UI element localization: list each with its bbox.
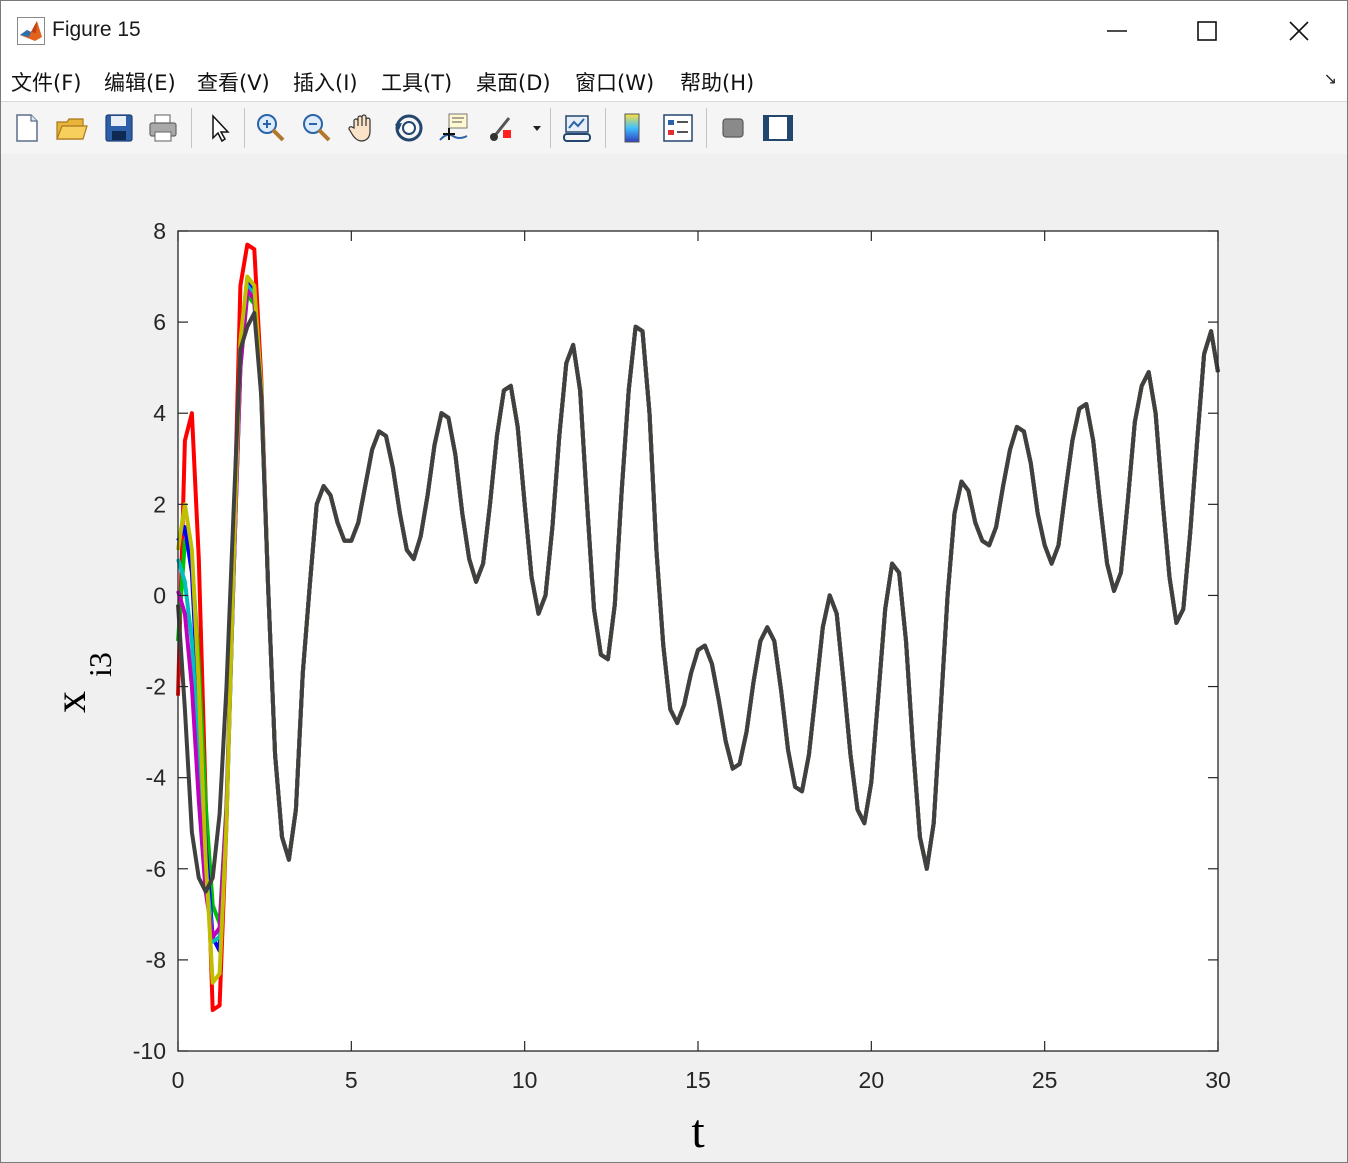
zoom-out-icon: [303, 114, 331, 142]
select-arrow-icon: [212, 114, 230, 143]
x-tick-label: 20: [859, 1067, 885, 1093]
menu-file[interactable]: 文件(F): [11, 67, 81, 97]
rotate-3d-icon: [395, 114, 423, 142]
y-tick-label: -6: [146, 856, 166, 882]
menu-insert[interactable]: 插入(I): [293, 67, 358, 97]
link-plot-icon: [563, 115, 591, 142]
x-tick-label: 30: [1205, 1067, 1231, 1093]
axes-background: [178, 231, 1218, 1051]
close-icon: [1289, 21, 1309, 41]
x-axis-label: t: [691, 1105, 705, 1158]
y-tick-label: 6: [153, 309, 166, 335]
select-button[interactable]: [201, 110, 237, 146]
pan-hand-icon: [348, 114, 371, 142]
legend-icon: [663, 114, 693, 142]
toolbar-separator: [191, 108, 192, 148]
colorbar-icon: [624, 113, 640, 143]
window-title: Figure 15: [52, 18, 141, 41]
title-bar: Figure 15: [1, 1, 1347, 59]
y-tick-label: 0: [153, 582, 166, 608]
show-plot-tools-button[interactable]: [760, 110, 796, 146]
pan-button[interactable]: [345, 110, 381, 146]
menu-bar: 文件(F) 编辑(E) 查看(V) 插入(I) 工具(T) 桌面(D) 窗口(W…: [1, 59, 1347, 101]
menu-tools[interactable]: 工具(T): [381, 67, 452, 97]
brush-button[interactable]: [485, 110, 521, 146]
save-icon: [105, 114, 133, 142]
show-plot-tools-icon: [763, 115, 793, 141]
y-axis-label: x: [46, 691, 95, 713]
y-tick-label: -2: [146, 674, 166, 700]
toolbar-separator: [605, 108, 606, 148]
save-button[interactable]: [101, 110, 137, 146]
toolbar-separator: [550, 108, 551, 148]
y-tick-label: -8: [146, 947, 166, 973]
brush-dropdown[interactable]: [529, 110, 545, 146]
y-tick-label: -4: [146, 765, 167, 791]
x-tick-label: 0: [172, 1067, 185, 1093]
chevron-down-icon: [533, 126, 541, 131]
data-cursor-icon: [439, 113, 468, 141]
x-tick-label: 10: [512, 1067, 538, 1093]
x-tick-label: 15: [685, 1067, 711, 1093]
y-axis-label-group: x i3: [46, 652, 118, 713]
rotate-button[interactable]: [391, 110, 427, 146]
brush-icon: [490, 117, 511, 141]
zoom-in-button[interactable]: [253, 110, 289, 146]
y-tick-label: 2: [153, 491, 166, 517]
zoom-out-button[interactable]: [299, 110, 335, 146]
open-file-icon: [56, 118, 88, 140]
menu-desktop[interactable]: 桌面(D): [476, 67, 551, 97]
y-tick-label: 4: [153, 400, 166, 426]
minimize-button[interactable]: [1095, 11, 1139, 51]
y-tick-label: -10: [133, 1038, 166, 1064]
maximize-button[interactable]: [1185, 11, 1229, 51]
print-button[interactable]: [145, 110, 181, 146]
new-figure-button[interactable]: [9, 110, 45, 146]
figure-window: Figure 15 文件(F) 编辑(E) 查看(V) 插入(I) 工具(T) …: [0, 0, 1348, 1163]
hide-plot-tools-button[interactable]: [715, 110, 751, 146]
toolbar-separator: [244, 108, 245, 148]
link-plot-button[interactable]: [560, 110, 596, 146]
zoom-in-icon: [257, 114, 285, 142]
dock-arrow-icon[interactable]: ↘: [1324, 69, 1337, 88]
y-tick-label: 8: [153, 218, 166, 244]
menu-view[interactable]: 查看(V): [197, 67, 270, 97]
minimize-icon: [1107, 30, 1127, 32]
matlab-logo-icon: [17, 17, 45, 45]
close-button[interactable]: [1277, 11, 1321, 51]
line-chart[interactable]: 0 5 10 15 20 25 30 -10 -8 -6 -4 -2 0 2 4 6 8 t x i3: [1, 154, 1347, 1162]
maximize-icon: [1197, 21, 1217, 41]
colorbar-button[interactable]: [615, 110, 651, 146]
legend-button[interactable]: [660, 110, 696, 146]
x-tick-label: 25: [1032, 1067, 1058, 1093]
figure-toolbar: [1, 101, 1347, 155]
figure-canvas: 0 5 10 15 20 25 30 -10 -8 -6 -4 -2 0 2 4 6 8 t x i3: [1, 154, 1347, 1162]
menu-window[interactable]: 窗口(W): [575, 67, 654, 97]
data-cursor-button[interactable]: [437, 110, 473, 146]
menu-help[interactable]: 帮助(H): [680, 67, 754, 97]
open-file-button[interactable]: [53, 110, 89, 146]
print-icon: [149, 114, 177, 142]
toolbar-separator: [706, 108, 707, 148]
menu-edit[interactable]: 编辑(E): [104, 67, 176, 97]
new-figure-icon: [16, 114, 38, 142]
x-tick-label: 5: [345, 1067, 358, 1093]
hide-plot-tools-icon: [722, 118, 744, 138]
y-axis-label-subscript: i3: [82, 652, 118, 677]
